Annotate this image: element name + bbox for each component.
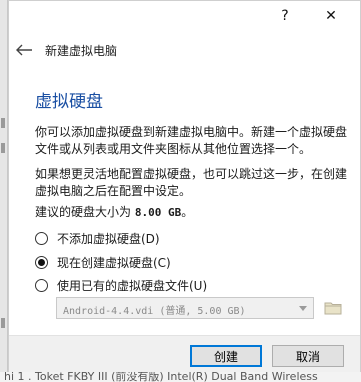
- folder-icon: [324, 302, 342, 315]
- radio-button[interactable]: [35, 231, 48, 245]
- existing-disk-select[interactable]: Android-4.4.vdi (普通, 5.00 GB): [56, 297, 314, 319]
- back-arrow-icon[interactable]: [15, 43, 33, 57]
- recommended-size-prefix: 建议的硬盘大小为: [35, 205, 135, 219]
- recommended-size-line: 建议的硬盘大小为 8.00 GB。: [35, 203, 193, 220]
- section-title: 虚拟硬盘: [35, 92, 103, 112]
- option-label: 现在创建虚拟硬盘(C): [57, 255, 171, 270]
- title-bar: ? ✕: [9, 1, 360, 31]
- recommended-size-suffix: 。: [181, 205, 194, 219]
- help-button[interactable]: ?: [263, 1, 307, 31]
- choose-file-button[interactable]: [322, 297, 344, 319]
- option-create-disk[interactable]: 现在创建虚拟硬盘(C): [35, 253, 171, 271]
- background-tick: [1, 118, 5, 128]
- background-window-edge: [0, 0, 8, 382]
- wizard-title: 新建虚拟电脑: [45, 44, 118, 58]
- description-paragraph: 你可以添加虚拟硬盘到新建虚拟电脑中。新建一个虚拟硬盘文件或从列表或用文件夹图标从…: [35, 125, 348, 156]
- new-vm-dialog: ? ✕ 新建虚拟电脑 虚拟硬盘 你可以添加虚拟硬盘到新建虚拟电脑中。新建一个虚拟…: [8, 0, 361, 372]
- background-tick: [1, 143, 5, 153]
- dialog-footer: 创建 取消: [9, 335, 360, 372]
- dropdown-arrow-icon: [299, 306, 307, 311]
- background-tick: [1, 318, 5, 328]
- close-button[interactable]: ✕: [309, 1, 353, 31]
- radio-button-selected[interactable]: [35, 255, 48, 269]
- radio-button[interactable]: [35, 278, 48, 292]
- option-use-existing[interactable]: 使用已有的虚拟硬盘文件(U): [35, 276, 207, 294]
- option-no-disk[interactable]: 不添加虚拟硬盘(D): [35, 229, 160, 247]
- option-label: 不添加虚拟硬盘(D): [57, 231, 160, 246]
- cancel-button[interactable]: 取消: [272, 345, 344, 367]
- optional-paragraph: 如果想更灵活地配置虚拟硬盘，也可以跳过这一步，在创建虚拟电脑之后在配置中设定。: [35, 167, 348, 198]
- recommended-size-value: 8.00 GB: [134, 206, 182, 219]
- existing-disk-value: Android-4.4.vdi (普通, 5.00 GB): [63, 306, 246, 317]
- option-label: 使用已有的虚拟硬盘文件(U): [57, 278, 208, 293]
- background-window-text: hi 1 . Toket FKBY III (前没有版) Intel(R) Du…: [0, 372, 361, 382]
- create-button[interactable]: 创建: [190, 345, 262, 367]
- background-text: hi 1 . Toket FKBY III (前没有版) Intel(R) Du…: [4, 372, 318, 382]
